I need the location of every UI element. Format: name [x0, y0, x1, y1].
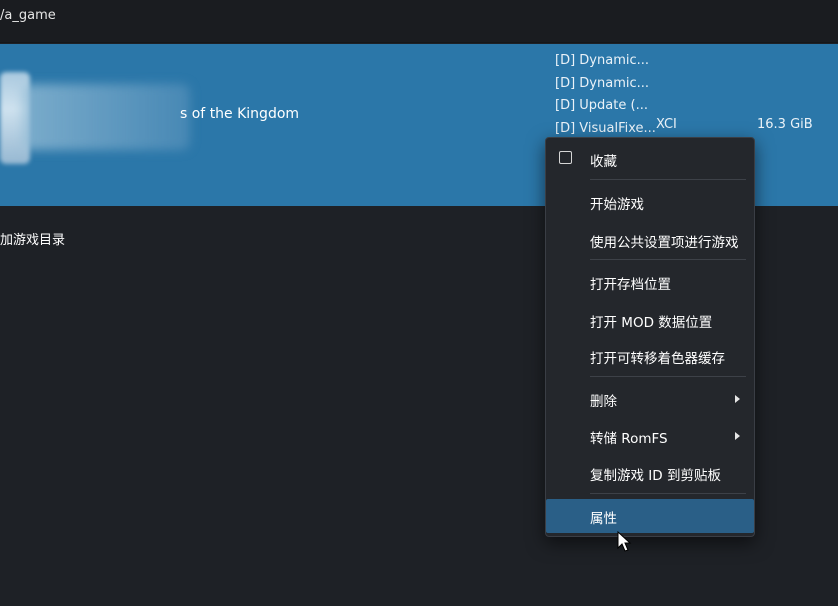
menu-separator: [590, 179, 746, 180]
top-path-bar: /a_game: [0, 0, 838, 43]
menu-item-label: 收藏: [590, 154, 617, 170]
menu-item-start-game-global-config[interactable]: 使用公共设置项进行游戏: [546, 223, 754, 257]
menu-item-open-mod-location[interactable]: 打开 MOD 数据位置: [546, 303, 754, 337]
menu-item-label: 转储 RomFS: [590, 431, 668, 447]
submenu-arrow-icon: [735, 395, 740, 403]
menu-item-start-game[interactable]: 开始游戏: [546, 185, 754, 219]
game-directory-path: /a_game: [0, 8, 56, 23]
menu-item-label: 开始游戏: [590, 197, 644, 213]
addon-item: [D] Update (...: [555, 98, 648, 113]
addon-item: [D] Dynamic...: [555, 53, 650, 68]
menu-item-remove[interactable]: 删除: [546, 382, 754, 416]
blurred-game-name: [22, 84, 190, 150]
favorite-checkbox-icon[interactable]: [559, 151, 572, 164]
menu-item-favorite[interactable]: 收藏: [546, 142, 754, 176]
addons-list: [D] Dynamic... [D] Dynamic... [D] Update…: [555, 50, 656, 140]
menu-separator: [590, 259, 746, 260]
file-type: XCI: [656, 117, 677, 132]
menu-item-label: 属性: [590, 511, 617, 527]
context-menu: 收藏 开始游戏 使用公共设置项进行游戏 打开存档位置 打开 MOD 数据位置 打…: [545, 137, 755, 537]
submenu-arrow-icon: [735, 432, 740, 440]
addon-item: [D] Dynamic...: [555, 75, 650, 91]
game-title: s of the Kingdom: [180, 106, 300, 122]
menu-item-copy-title-id[interactable]: 复制游戏 ID 到剪贴板: [546, 456, 754, 490]
menu-item-label: 复制游戏 ID 到剪贴板: [590, 468, 721, 484]
menu-item-label: 删除: [590, 394, 617, 410]
menu-item-open-save-location[interactable]: 打开存档位置: [546, 265, 754, 299]
menu-item-properties[interactable]: 属性: [546, 499, 754, 533]
menu-item-label: 打开存档位置: [590, 277, 671, 293]
menu-item-label: 打开 MOD 数据位置: [590, 315, 713, 331]
menu-item-label: 使用公共设置项进行游戏: [590, 235, 739, 251]
menu-item-dump-romfs[interactable]: 转储 RomFS: [546, 419, 754, 453]
menu-separator: [590, 493, 746, 494]
file-size: 16.3 GiB: [757, 117, 813, 132]
menu-item-label: 打开可转移着色器缓存: [590, 351, 725, 367]
mouse-pointer-icon: [617, 531, 632, 552]
menu-separator: [590, 376, 746, 377]
menu-item-open-shader-cache[interactable]: 打开可转移着色器缓存: [546, 339, 754, 373]
add-game-directory-item[interactable]: 加游戏目录: [0, 229, 65, 248]
